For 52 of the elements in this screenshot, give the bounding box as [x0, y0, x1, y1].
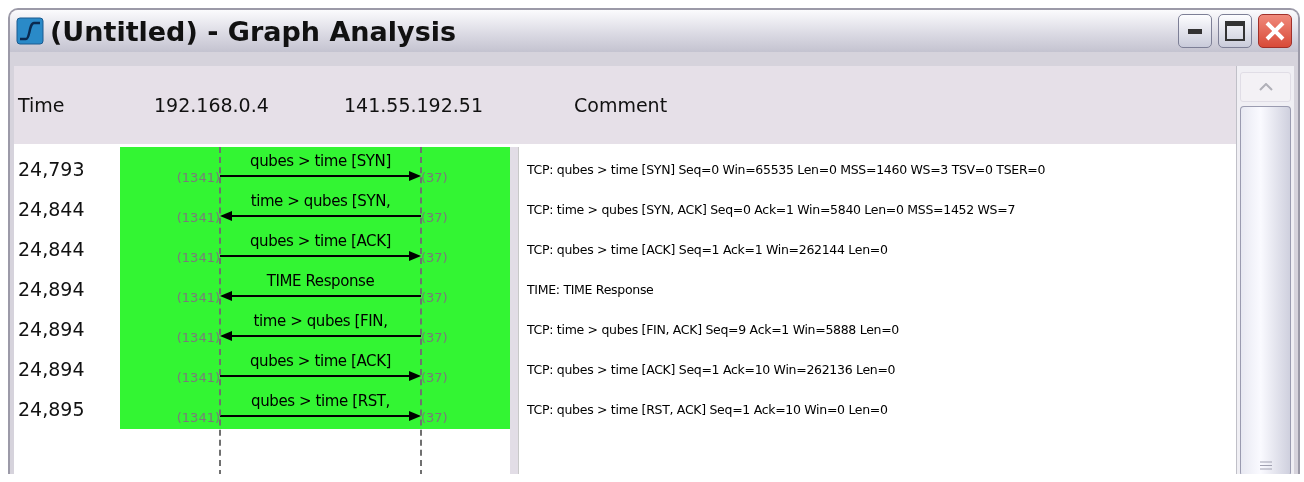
- window-title: (Untitled) - Graph Analysis: [50, 15, 458, 47]
- column-header: 192.168.0.4: [154, 94, 270, 116]
- comment-text: TCP: qubes > time [RST, ACK] Seq=1 Ack=10 Win=0 Len=0: [526, 400, 889, 419]
- maximize-icon: [1225, 21, 1245, 41]
- comment-text: TCP: qubes > time [SYN] Seq=0 Win=65535 Len=0 MSS=1460 WS=3 TSV=0 TSER=0: [526, 160, 1047, 179]
- close-icon: [1264, 20, 1286, 42]
- comment-text: TCP: qubes > time [ACK] Seq=1 Ack=1 Win=262144 Len=0: [526, 240, 889, 259]
- port-label: (1341): [176, 170, 220, 185]
- comment-text: TCP: time > qubes [SYN, ACK] Seq=0 Ack=1 Win=5840 Len=0 MSS=1452 WS=7: [526, 200, 1017, 219]
- comment-text: TIME: TIME Response: [526, 280, 655, 299]
- arrow-label: qubes > time [RST,: [251, 392, 390, 410]
- port-label: (1341): [176, 210, 220, 225]
- column-header: 141.55.192.51: [344, 94, 484, 116]
- minimize-button[interactable]: [1178, 14, 1212, 48]
- arrow-label: time > qubes [SYN,: [250, 192, 391, 210]
- port-label: (1341): [176, 330, 220, 345]
- comment-text: TCP: time > qubes [FIN, ACK] Seq=9 Ack=1 Win=5888 Len=0: [526, 320, 900, 339]
- port-label: (1341): [176, 250, 220, 265]
- port-label: (1341): [176, 370, 220, 385]
- scrollbar[interactable]: [1236, 66, 1294, 474]
- port-label: (37): [421, 410, 448, 425]
- arrow-label: qubes > time [ACK]: [249, 352, 392, 370]
- time-cell-text: 24,894: [17, 357, 86, 382]
- scroll-thumb[interactable]: [1240, 106, 1291, 474]
- chevron-up-icon: [1258, 83, 1273, 91]
- scroll-up-button[interactable]: [1240, 72, 1291, 102]
- arrow-label: time > qubes [FIN,: [253, 312, 388, 330]
- port-label: (37): [421, 170, 448, 185]
- time-cell-text: 24,894: [17, 277, 86, 302]
- column-header: Comment: [574, 94, 669, 116]
- port-label: (37): [421, 290, 448, 305]
- port-label: (1341): [176, 290, 220, 305]
- port-label: (1341): [176, 410, 220, 425]
- port-label: (37): [421, 370, 448, 385]
- column-header: Time: [17, 94, 66, 116]
- time-cell-text: 24,894: [17, 317, 86, 342]
- time-cell-text: 24,793: [17, 157, 86, 182]
- maximize-button[interactable]: [1218, 14, 1252, 48]
- arrow-label: TIME Response: [266, 272, 375, 290]
- time-cell-text: 24,844: [17, 197, 86, 222]
- comment-text: TCP: qubes > time [ACK] Seq=1 Ack=10 Win=262136 Len=0: [526, 360, 897, 379]
- minimize-icon: [1188, 28, 1202, 34]
- port-label: (37): [421, 210, 448, 225]
- port-label: (37): [421, 250, 448, 265]
- arrow-label: qubes > time [SYN]: [250, 152, 391, 170]
- arrow-label: qubes > time [ACK]: [249, 232, 392, 250]
- close-button[interactable]: [1258, 14, 1292, 48]
- grip-icon: [1259, 461, 1272, 470]
- time-cell-text: 24,844: [17, 237, 86, 262]
- app-icon: [16, 17, 44, 45]
- port-label: (37): [421, 330, 448, 345]
- time-cell-text: 24,895: [17, 397, 86, 422]
